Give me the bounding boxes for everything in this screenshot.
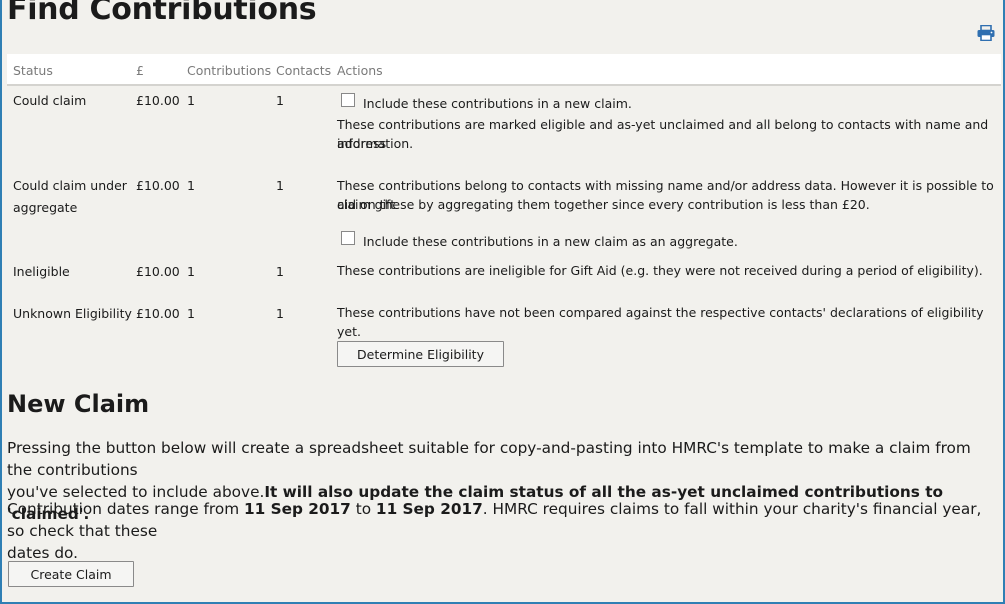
row-contributions: 1	[187, 306, 195, 321]
row-status: Unknown Eligibility	[13, 306, 132, 321]
determine-eligibility-button[interactable]: Determine Eligibility	[337, 341, 504, 367]
row-amount: £10.00	[136, 178, 180, 193]
row-contributions: 1	[187, 93, 195, 108]
row-description: These contributions are ineligible for G…	[337, 263, 983, 278]
page-title: Find Contributions	[7, 0, 317, 27]
row-status: Could claim under	[13, 178, 127, 193]
row-description-cont: aid on these by aggregating them togethe…	[337, 197, 870, 212]
create-claim-button[interactable]: Create Claim	[8, 561, 134, 587]
range-mid: to	[350, 500, 376, 518]
row-amount: £10.00	[136, 306, 180, 321]
row-contributions: 1	[187, 264, 195, 279]
row-contacts: 1	[276, 178, 284, 193]
row-status: Could claim	[13, 93, 87, 108]
include-claim-checkbox[interactable]	[341, 93, 355, 107]
find-contributions-page: Find Contributions Status £ Contribution…	[2, 0, 1003, 602]
row-contributions: 1	[187, 178, 195, 193]
printer-icon[interactable]	[977, 25, 995, 41]
header-status: Status	[13, 63, 53, 78]
row-contacts: 1	[276, 306, 284, 321]
include-claim-label: Include these contributions in a new cla…	[363, 96, 632, 111]
row-description-cont: information.	[337, 136, 414, 151]
header-amount: £	[136, 63, 144, 78]
row-contacts: 1	[276, 264, 284, 279]
row-amount: £10.00	[136, 264, 180, 279]
include-aggregate-label: Include these contributions in a new cla…	[363, 234, 738, 249]
header-contributions: Contributions	[187, 63, 272, 78]
row-status: Ineligible	[13, 264, 70, 279]
range-line2: dates do.	[7, 544, 78, 562]
contributions-table-header: Status £ Contributions Contacts Actions	[7, 54, 1001, 86]
row-contacts: 1	[276, 93, 284, 108]
row-description: These contributions have not been compar…	[337, 305, 984, 339]
date-range-text: Contribution dates range from 11 Sep 201…	[7, 498, 997, 564]
new-claim-heading: New Claim	[7, 390, 150, 418]
range-end-date: 11 Sep 2017	[375, 500, 483, 518]
range-prefix: Contribution dates range from	[7, 500, 244, 518]
row-amount: £10.00	[136, 93, 180, 108]
row-status-cont: aggregate	[13, 200, 78, 215]
intro-line1: Pressing the button below will create a …	[7, 439, 971, 479]
include-aggregate-checkbox[interactable]	[341, 231, 355, 245]
row-description: These contributions are marked eligible …	[337, 117, 989, 151]
header-actions: Actions	[337, 63, 383, 78]
range-start-date: 11 Sep 2017	[243, 500, 351, 518]
header-contacts: Contacts	[276, 63, 332, 78]
